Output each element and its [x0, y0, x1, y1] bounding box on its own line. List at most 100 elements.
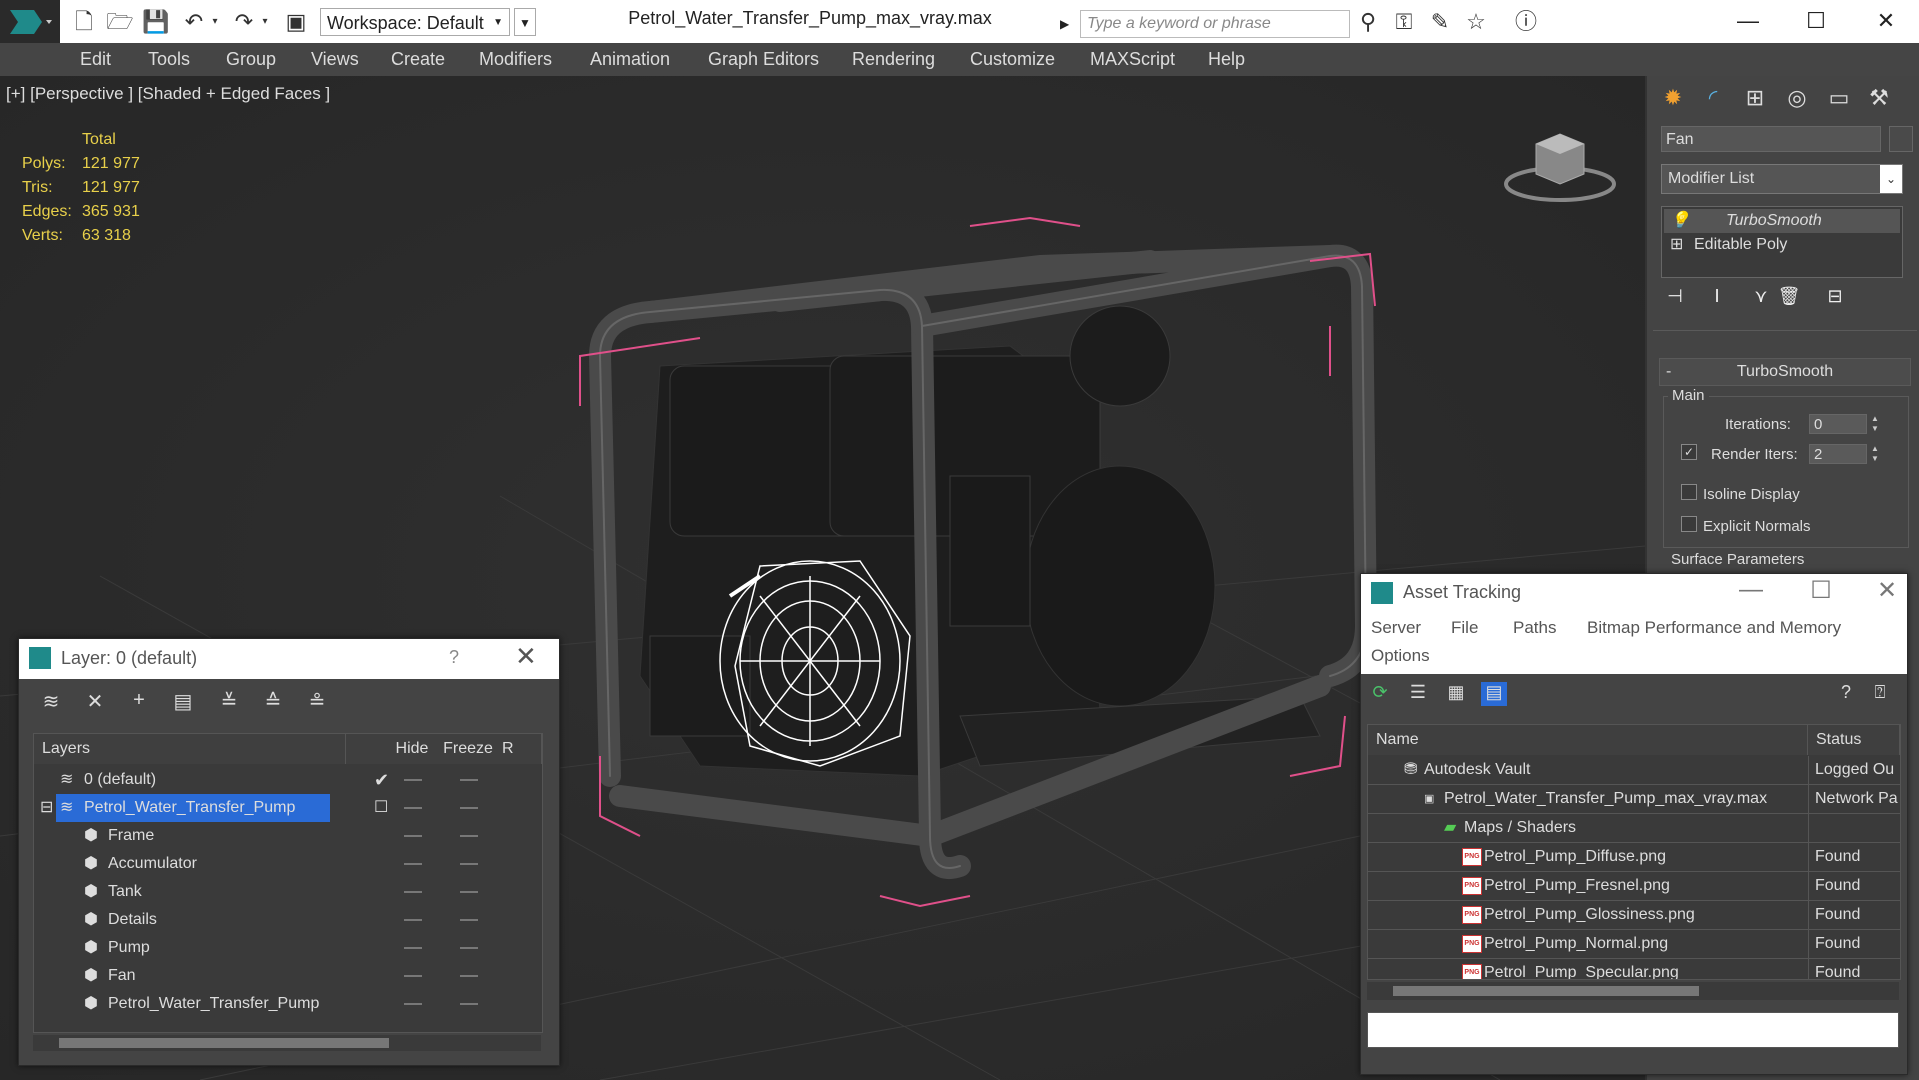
- asset-window-titlebar[interactable]: Asset Tracking — ☐ ✕: [1361, 574, 1907, 612]
- context-help-icon[interactable]: ⍰: [1867, 682, 1893, 706]
- create-tab-icon[interactable]: ✹: [1657, 82, 1689, 114]
- maximize-button[interactable]: ☐: [1796, 4, 1836, 38]
- help-icon[interactable]: ?: [1833, 682, 1859, 706]
- hide-toggle[interactable]: [404, 975, 422, 977]
- hide-toggle[interactable]: [404, 919, 422, 921]
- menu-maxscript[interactable]: MAXScript: [1090, 49, 1175, 70]
- redo-dropdown-icon[interactable]: ▾: [258, 8, 272, 36]
- menu-file[interactable]: File: [1451, 618, 1478, 638]
- thumbnail-view-icon[interactable]: ▦: [1443, 682, 1469, 706]
- app-logo[interactable]: [0, 0, 60, 43]
- project-folder-icon[interactable]: ▣: [282, 8, 310, 36]
- maximize-button[interactable]: ☐: [1801, 576, 1841, 605]
- menu-options[interactable]: Options: [1371, 646, 1430, 666]
- render-iters-checkbox[interactable]: ✓: [1681, 444, 1697, 460]
- layer-row[interactable]: ≋ 0 (default) ✔: [34, 766, 542, 794]
- viewport-label[interactable]: [+] [Perspective ] [Shaded + Edged Faces…: [6, 84, 330, 104]
- scrollbar-thumb[interactable]: [59, 1038, 389, 1048]
- scrollbar-thumb[interactable]: [1393, 986, 1699, 996]
- column-header-name[interactable]: Name: [1368, 725, 1808, 755]
- modify-tab-icon[interactable]: ◜: [1697, 82, 1729, 114]
- hierarchy-tab-icon[interactable]: ⊞: [1739, 82, 1771, 114]
- hide-toggle[interactable]: [404, 807, 422, 809]
- asset-row[interactable]: ▰ Maps / Shaders: [1368, 814, 1900, 843]
- asset-row[interactable]: PNG Petrol_Pump_Diffuse.png Found: [1368, 843, 1900, 872]
- lightbulb-icon[interactable]: 💡: [1670, 209, 1690, 233]
- hide-toggle[interactable]: [404, 947, 422, 949]
- show-end-result-icon[interactable]: Ⅰ: [1703, 286, 1731, 312]
- close-button[interactable]: ✕: [1867, 576, 1907, 605]
- help-button[interactable]: ?: [449, 647, 459, 668]
- hide-toggle[interactable]: [404, 835, 422, 837]
- layer-row[interactable]: ⬢ Pump: [34, 934, 542, 962]
- asset-row[interactable]: PNG Petrol_Pump_Specular.png Found: [1368, 959, 1900, 979]
- remove-modifier-icon[interactable]: 🗑: [1775, 286, 1803, 312]
- layer-row[interactable]: ⬢ Frame: [34, 822, 542, 850]
- freeze-toggle[interactable]: [460, 947, 478, 949]
- freeze-toggle[interactable]: [460, 891, 478, 893]
- object-name-field[interactable]: Fan: [1661, 126, 1881, 152]
- layer-row[interactable]: ⬢ Petrol_Water_Transfer_Pump: [34, 990, 542, 1018]
- render-iters-spinner[interactable]: 2: [1809, 444, 1867, 464]
- close-button[interactable]: ✕: [1866, 4, 1906, 38]
- iterations-spinner[interactable]: 0: [1809, 414, 1867, 434]
- explicit-normals-checkbox[interactable]: [1681, 516, 1697, 532]
- freeze-toggle[interactable]: [460, 835, 478, 837]
- pin-stack-icon[interactable]: ⊣: [1661, 286, 1689, 312]
- configure-modifier-sets-icon[interactable]: ⊟: [1821, 286, 1849, 312]
- freeze-toggle[interactable]: [460, 919, 478, 921]
- table-view-icon[interactable]: ▤: [1481, 682, 1507, 706]
- asset-row[interactable]: PNG Petrol_Pump_Normal.png Found: [1368, 930, 1900, 959]
- layer-window-titlebar[interactable]: Layer: 0 (default) ? ✕: [19, 639, 559, 679]
- collapse-icon[interactable]: ⊟: [40, 794, 53, 822]
- column-header-hide[interactable]: Hide: [384, 734, 441, 764]
- menu-views[interactable]: Views: [311, 49, 359, 70]
- minimize-button[interactable]: —: [1731, 576, 1771, 604]
- column-header-status[interactable]: Status: [1808, 725, 1900, 755]
- layer-stack-icon[interactable]: ≋: [37, 689, 65, 715]
- horizontal-scrollbar[interactable]: [1367, 982, 1899, 1000]
- column-header-render[interactable]: R: [496, 734, 542, 764]
- favorites-star-icon[interactable]: ☆: [1462, 8, 1490, 36]
- layer-row[interactable]: ⊟ ≋ Petrol_Water_Transfer_Pump ☐: [34, 794, 542, 822]
- asset-row[interactable]: ▣ Petrol_Water_Transfer_Pump_max_vray.ma…: [1368, 785, 1900, 814]
- help-icon[interactable]: ⓘ: [1512, 8, 1540, 36]
- workspace-selector[interactable]: Workspace: Default ▼: [320, 8, 510, 36]
- menu-help[interactable]: Help: [1208, 49, 1245, 70]
- horizontal-scrollbar[interactable]: [33, 1035, 541, 1051]
- layer-row[interactable]: ⬢ Accumulator: [34, 850, 542, 878]
- spinner-arrows-icon[interactable]: ▲ ▼: [1871, 444, 1881, 464]
- minimize-button[interactable]: —: [1728, 4, 1768, 38]
- layer-row[interactable]: ⬢ Fan: [34, 962, 542, 990]
- select-objects-icon[interactable]: ▤: [169, 689, 197, 715]
- delete-layer-icon[interactable]: ✕: [81, 689, 109, 715]
- highlight-layer-icon[interactable]: ≙: [259, 689, 287, 715]
- current-layer-check-icon[interactable]: ✔: [374, 766, 389, 794]
- set-current-box-icon[interactable]: ☐: [374, 794, 388, 822]
- stack-item-editable-poly[interactable]: ⊞ Editable Poly: [1664, 233, 1900, 257]
- undo-dropdown-icon[interactable]: ▾: [208, 8, 222, 36]
- menu-animation[interactable]: Animation: [590, 49, 670, 70]
- menu-bitmap-performance[interactable]: Bitmap Performance and Memory: [1587, 618, 1841, 638]
- isoline-display-checkbox[interactable]: [1681, 484, 1697, 500]
- menu-paths[interactable]: Paths: [1513, 618, 1556, 638]
- expand-plus-icon[interactable]: ⊞: [1670, 233, 1683, 257]
- menu-server[interactable]: Server: [1371, 618, 1421, 638]
- hide-toggle[interactable]: [404, 891, 422, 893]
- key-icon[interactable]: ⚿: [1390, 8, 1418, 36]
- workspace-menu-button[interactable]: ▼: [514, 8, 536, 36]
- display-tab-icon[interactable]: ▭: [1823, 82, 1855, 114]
- new-file-icon[interactable]: 🗋: [70, 8, 98, 36]
- open-file-icon[interactable]: 🗁: [106, 8, 134, 36]
- stack-item-turbosmooth[interactable]: 💡 TurboSmooth: [1664, 209, 1900, 233]
- signin-icon[interactable]: ✎: [1426, 8, 1454, 36]
- layer-row[interactable]: ⬢ Details: [34, 906, 542, 934]
- menu-create[interactable]: Create: [391, 49, 445, 70]
- rollout-header[interactable]: - TurboSmooth: [1659, 358, 1911, 386]
- asset-row[interactable]: ⛃ Autodesk Vault Logged Ou: [1368, 756, 1900, 785]
- menu-customize[interactable]: Customize: [970, 49, 1055, 70]
- redo-icon[interactable]: ↷: [230, 8, 258, 36]
- freeze-toggle[interactable]: [460, 807, 478, 809]
- menu-tools[interactable]: Tools: [148, 49, 190, 70]
- column-header-layers[interactable]: Layers: [34, 734, 346, 764]
